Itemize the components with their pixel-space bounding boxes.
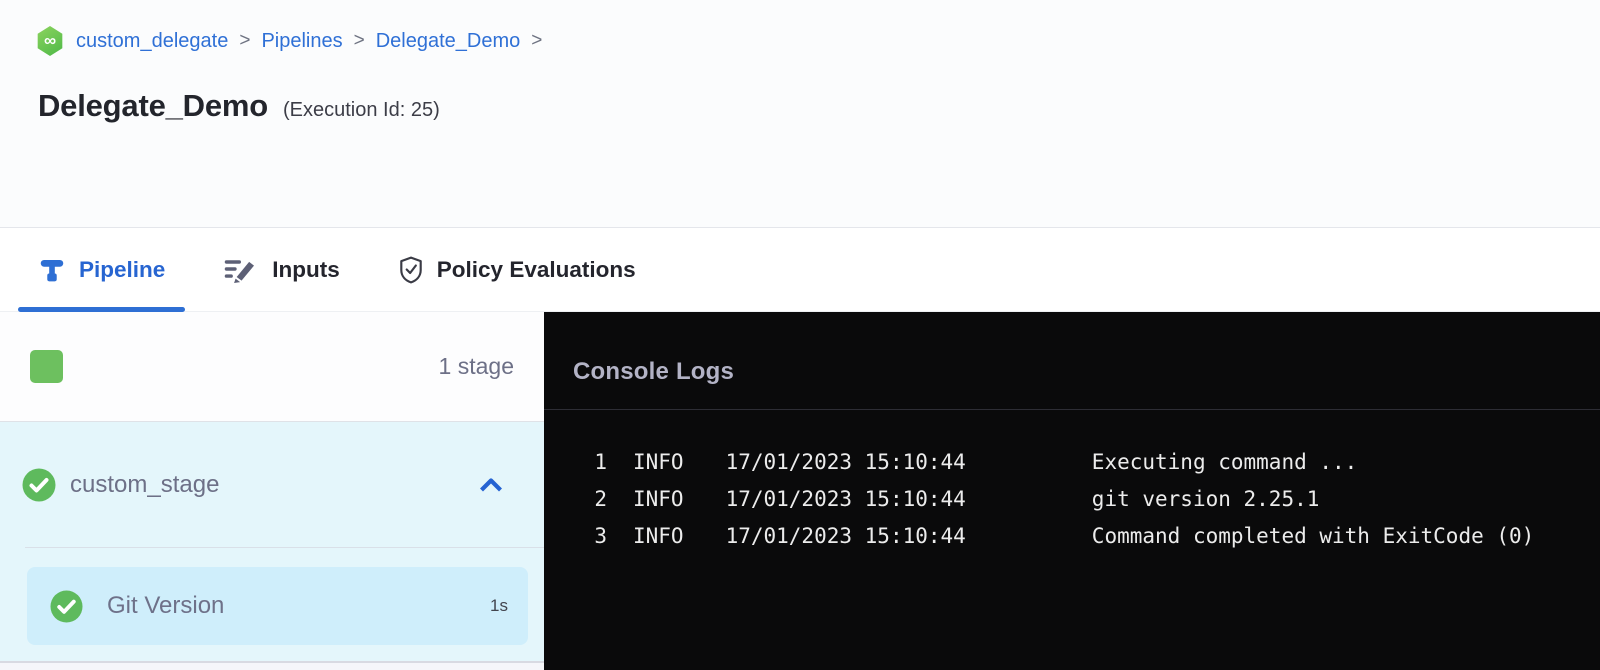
- tab-bar: Pipeline Inputs Policy Eval: [0, 227, 1600, 312]
- log-level: INFO: [633, 487, 684, 511]
- pipeline-icon: [38, 256, 66, 283]
- page-header: Delegate_Demo (Execution Id: 25): [38, 88, 440, 124]
- breadcrumb-link-pipelines[interactable]: Pipelines: [261, 30, 342, 53]
- breadcrumb: ∞ custom_delegate > Pipelines > Delegate…: [36, 26, 553, 56]
- log-message: Executing command ...: [1092, 450, 1358, 474]
- log-level: INFO: [633, 524, 684, 548]
- stages-panel-footer: [0, 661, 544, 670]
- breadcrumb-link-pipeline-name[interactable]: Delegate_Demo: [376, 30, 521, 53]
- success-check-icon: [22, 468, 56, 502]
- log-line-number: 2: [590, 487, 607, 511]
- step-name-label: Git Version: [107, 592, 224, 620]
- log-timestamp: 17/01/2023 15:10:44: [726, 450, 966, 474]
- shield-check-icon: [398, 256, 424, 284]
- tab-label: Pipeline: [79, 257, 165, 283]
- log-timestamp: 17/01/2023 15:10:44: [726, 524, 966, 548]
- log-timestamp: 17/01/2023 15:10:44: [726, 487, 966, 511]
- console-logs-panel: Console Logs 1 INFO 17/01/2023 15:10:44 …: [544, 312, 1600, 670]
- tab-label: Inputs: [272, 257, 340, 283]
- tab-policy-evaluations[interactable]: Policy Evaluations: [378, 228, 656, 311]
- step-duration-label: 1s: [490, 596, 508, 616]
- breadcrumb-link-project[interactable]: custom_delegate: [76, 30, 228, 53]
- execution-id-label: (Execution Id: 25): [283, 99, 440, 122]
- stage-count-label: 1 stage: [439, 353, 514, 380]
- step-row-git-version[interactable]: Git Version 1s: [27, 567, 528, 645]
- main-content: 1 stage custom_stage Git Version: [0, 312, 1600, 670]
- pipeline-execution-page: ∞ custom_delegate > Pipelines > Delegate…: [0, 0, 1600, 670]
- log-line: 2 INFO 17/01/2023 15:10:44 git version 2…: [544, 480, 1600, 517]
- stage-summary-row: 1 stage: [0, 312, 544, 422]
- page-title: Delegate_Demo: [38, 88, 268, 124]
- console-header: Console Logs: [544, 312, 1600, 410]
- tab-pipeline[interactable]: Pipeline: [18, 228, 185, 311]
- log-line-number: 3: [590, 524, 607, 548]
- stages-panel: 1 stage custom_stage Git Version: [0, 312, 544, 670]
- breadcrumb-separator-icon: >: [354, 30, 365, 52]
- console-logs-title: Console Logs: [573, 358, 734, 386]
- tab-label: Policy Evaluations: [437, 257, 636, 283]
- console-log-list: 1 INFO 17/01/2023 15:10:44 Executing com…: [544, 410, 1600, 554]
- chevron-up-icon[interactable]: [478, 476, 504, 494]
- log-line: 1 INFO 17/01/2023 15:10:44 Executing com…: [544, 443, 1600, 480]
- project-hexagon-icon: ∞: [36, 26, 64, 56]
- log-line: 3 INFO 17/01/2023 15:10:44 Command compl…: [544, 517, 1600, 554]
- stage-status-square-icon: [30, 350, 63, 383]
- log-line-number: 1: [590, 450, 607, 474]
- tab-inputs[interactable]: Inputs: [203, 228, 360, 311]
- stage-row-custom-stage[interactable]: custom_stage: [0, 422, 544, 548]
- breadcrumb-separator-icon: >: [531, 30, 542, 52]
- inputs-edit-icon: [223, 257, 259, 283]
- success-check-icon: [50, 590, 83, 623]
- breadcrumb-separator-icon: >: [239, 30, 250, 52]
- log-level: INFO: [633, 450, 684, 474]
- log-message: Command completed with ExitCode (0): [1092, 524, 1535, 548]
- log-message: git version 2.25.1: [1092, 487, 1320, 511]
- stage-name-label: custom_stage: [70, 471, 219, 499]
